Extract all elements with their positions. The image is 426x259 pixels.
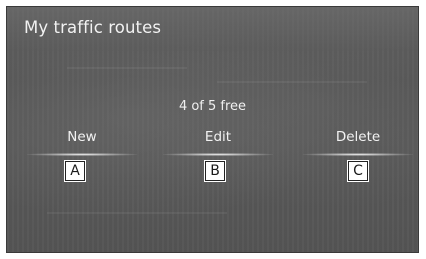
callout-label-b: B: [204, 160, 226, 182]
free-slots-status: 4 of 5 free: [178, 99, 247, 114]
background-texture: [67, 67, 187, 69]
delete-button-label: Delete: [335, 129, 381, 145]
page-title: My traffic routes: [24, 18, 162, 37]
edit-button-label: Edit: [204, 129, 232, 145]
background-texture: [47, 212, 227, 214]
callout-label-c: C: [347, 160, 369, 182]
display-screen: My traffic routes 4 of 5 free New Edit D…: [6, 6, 419, 253]
delete-button[interactable]: Delete: [303, 127, 413, 161]
new-button-label: New: [67, 129, 97, 145]
button-highlight: [303, 153, 413, 156]
edit-button[interactable]: Edit: [163, 127, 273, 161]
callout-label-a: A: [64, 160, 86, 182]
title-bar: My traffic routes: [7, 7, 418, 51]
button-highlight: [163, 153, 273, 156]
new-button[interactable]: New: [27, 127, 137, 161]
manual-figure: My traffic routes 4 of 5 free New Edit D…: [0, 0, 426, 259]
background-texture: [217, 81, 367, 83]
button-highlight: [27, 153, 137, 156]
